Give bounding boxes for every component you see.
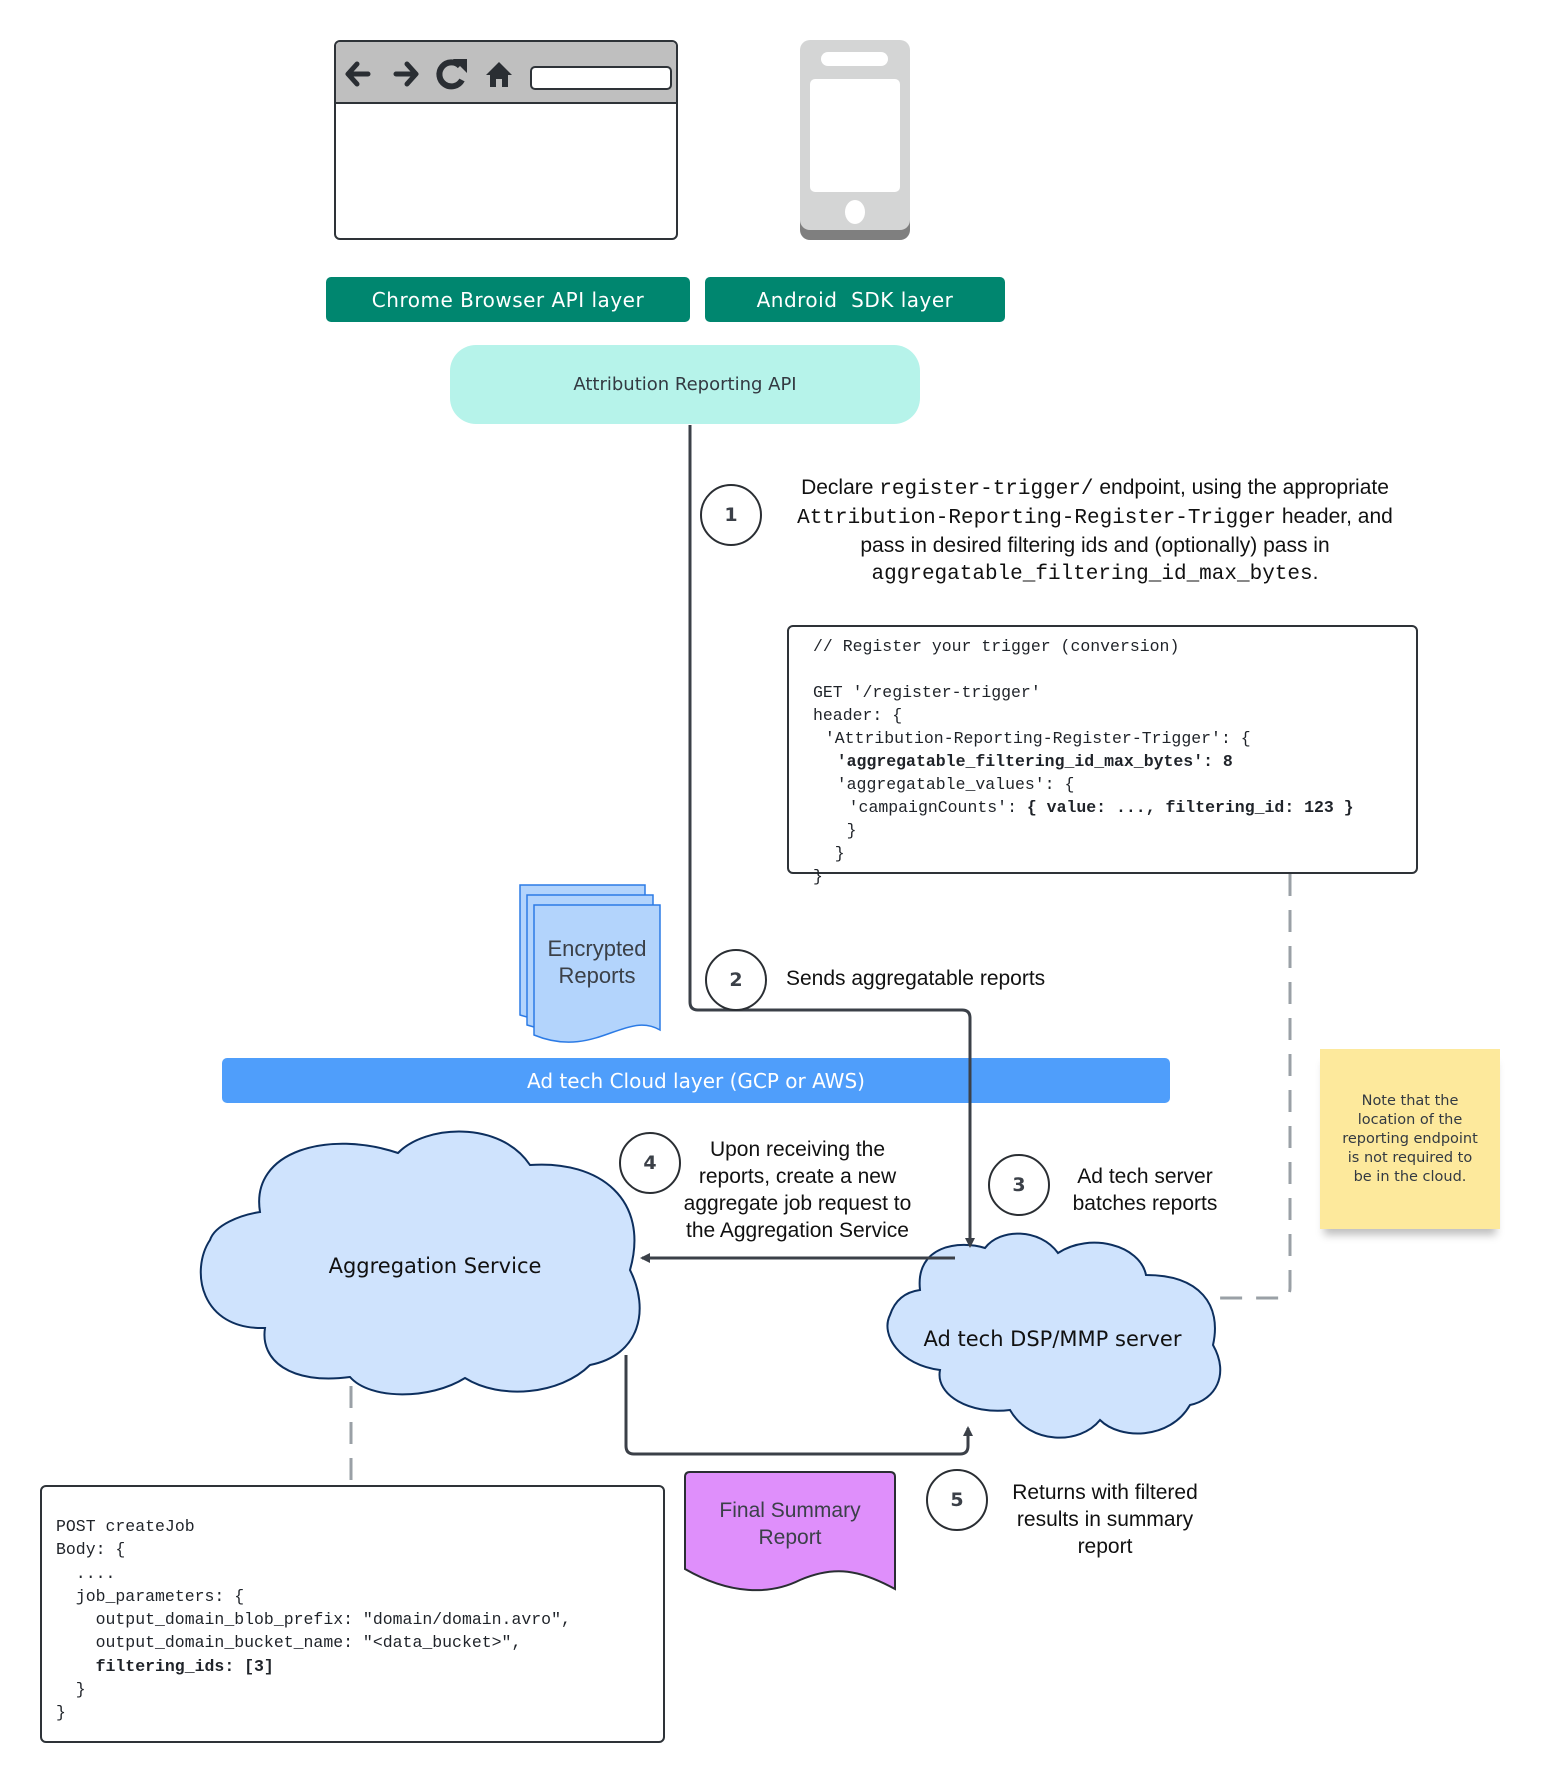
code-line: 'aggregatable_values': { [836,775,1075,794]
code-line: POST createJob [56,1517,195,1536]
final-summary-report-label: Final Summary Report [719,1499,861,1549]
phone-icon [800,40,910,240]
code-line: } [824,844,845,863]
code-line: } [813,867,823,886]
code-line: output_domain_blob_prefix: "domain/domai… [95,1610,571,1630]
code-line: 'Attribution-Reporting-Register-Trigger'… [824,729,1251,748]
step-5-badge: 5 [926,1469,988,1531]
dsp-server-label: Ad tech DSP/MMP server [923,1327,1182,1351]
home-icon [486,62,512,87]
encrypted-reports-label: Encrypted Reports [547,936,647,988]
register-trigger-code-block: // Register your trigger (conversion) GE… [787,625,1418,886]
aggregation-service-label: Aggregation Service [328,1254,542,1278]
ad-tech-cloud-layer: Ad tech Cloud layer (GCP or AWS) [222,1058,1170,1103]
step-3-description: Ad tech server batches reports [1072,1165,1218,1215]
code-line: } [65,1680,86,1700]
step-1-text-fragment: Declare [801,476,880,499]
create-job-code-block: POST createJob Body: {.... job_parameters:… [40,1485,665,1743]
code-line: Body: { [56,1540,126,1560]
step-3-badge: 3 [988,1154,1050,1216]
step-1-code-token: register-trigger/ [879,478,1094,501]
step-1-badge: 1 [700,484,762,546]
dashed-connector-trigger [1215,874,1292,1300]
code-line: 'campaignCounts': { value: ..., filterin… [848,798,1354,817]
attribution-reporting-api: Attribution Reporting API [450,345,920,424]
browser-window-illustration [334,40,678,240]
code-line: } [56,1703,66,1723]
code-line: } [836,821,857,840]
step-2-description: Sends aggregatable reports [786,967,1046,990]
step-1-text-fragment: . [1312,561,1319,584]
forward-arrow-icon [393,61,419,87]
code-line: filtering_ids: [3] [95,1656,274,1676]
connector-aggregation-to-dsp [624,1355,973,1456]
code-line: job_parameters: { [75,1586,245,1606]
reload-icon [436,59,467,90]
browser-toolbar [336,42,676,104]
sticky-note: Note that the location of the reporting … [1320,1049,1500,1229]
code-line: output_domain_bucket_name: "<data_bucket… [95,1633,522,1653]
android-sdk-layer: Android SDK layer [705,277,1005,322]
step-1-text-fragment: endpoint, using the appropriate [1093,476,1389,499]
step-1-description: Declare register-trigger/ endpoint, usin… [775,474,1415,588]
code-line: header: { [813,706,903,725]
step-5-description: Returns with filtered results in summary… [1012,1481,1198,1558]
code-line: 'aggregatable_filtering_id_max_bytes': 8 [836,752,1233,771]
back-arrow-icon [345,61,371,87]
code-line: GET '/register-trigger' [813,683,1041,702]
step-1-code-token: Attribution-Reporting-Register-Trigger [797,507,1277,530]
address-bar [530,66,672,90]
code-line: // Register your trigger (conversion) [813,637,1180,656]
step-4-description: Upon receiving the reports, create a new… [683,1138,912,1242]
step-2-badge: 2 [705,949,767,1011]
chrome-browser-api-layer: Chrome Browser API layer [326,277,690,322]
code-line: .... [75,1563,116,1583]
step-1-code-token: aggregatable_filtering_id_max_bytes [871,563,1313,586]
